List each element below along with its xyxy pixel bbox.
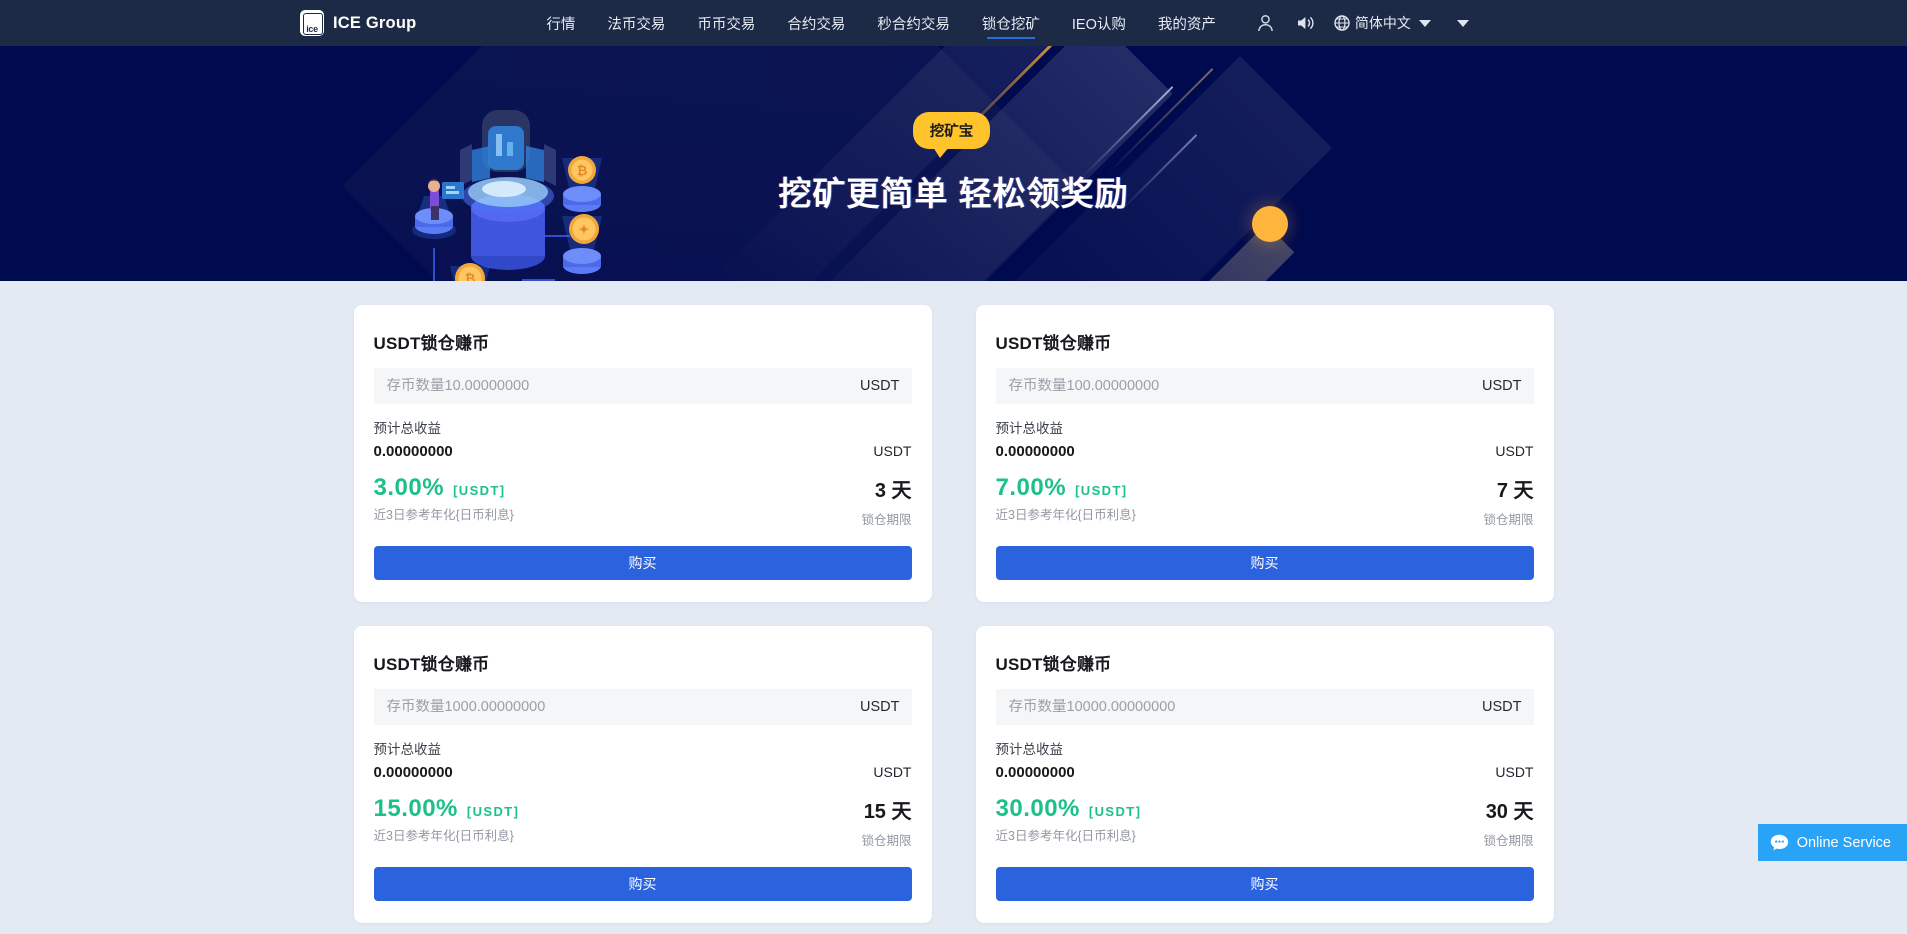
profit-unit: USDT [1495,764,1534,780]
rate-coin-label: [USDT] [1088,804,1142,819]
rate-description: 近3日参考年化{日币利息} [995,508,1136,522]
profit-label: 预计总收益 [995,742,1064,757]
mining-illustration: ₿ ✦ ₿ [404,98,620,281]
chevron-down-icon-secondary[interactable] [1456,19,1469,27]
profit-value: 0.00000000 [373,764,453,781]
lock-days: 15 天 [863,801,912,823]
rate-description: 近3日参考年化{日币利息} [373,829,514,843]
nav-item-lock-mining[interactable]: 锁仓挖矿 [966,0,1056,46]
annual-rate: 30.00% [995,795,1080,822]
profit-value: 0.00000000 [995,443,1075,460]
nav-item-coin-trade[interactable]: 币币交易 [681,0,771,46]
svg-text:₿: ₿ [577,163,588,178]
rate-description: 近3日参考年化{日币利息} [995,829,1136,843]
online-service-label: Online Service [1796,834,1891,851]
chat-bubble-icon [1770,834,1789,851]
profit-row: 0.00000000 USDT [374,443,912,460]
rate-row: 7.00% [USDT] 近3日参考年化{日币利息} 7 天 锁仓期限 [996,474,1534,528]
lock-mining-card: USDT锁仓赚币 USDT 预计总收益 0.00000000 USDT 7.00… [975,305,1554,602]
card-title: USDT锁仓赚币 [995,655,1112,674]
lock-days: 7 天 [1496,480,1534,502]
profit-unit: USDT [873,764,912,780]
lock-days-label: 锁仓期限 [861,513,912,527]
hero-banner: ₿ ✦ ₿ 挖矿宝 挖矿更简单 轻松领奖励 [0,46,1907,281]
amount-field-row: USDT [373,368,912,404]
header-actions: 简体中文 [1246,0,1469,46]
main-content: USDT锁仓赚币 USDT 预计总收益 0.00000000 USDT 3.00… [0,281,1907,923]
profit-label: 预计总收益 [373,421,442,436]
language-selector[interactable]: 简体中文 [1334,13,1431,33]
amount-field-row: USDT [995,368,1534,404]
nav-item-ieo[interactable]: IEO认购 [1056,0,1142,46]
card-title: USDT锁仓赚币 [373,334,490,353]
sound-icon[interactable] [1291,0,1321,46]
nav-item-contract-trade[interactable]: 合约交易 [771,0,861,46]
buy-button[interactable]: 购买 [373,546,912,580]
nav-item-market[interactable]: 行情 [530,0,591,46]
lock-mining-card: USDT锁仓赚币 USDT 预计总收益 0.00000000 USDT 3.00… [353,305,932,602]
lock-days: 30 天 [1485,801,1534,823]
main-nav: 行情 法币交易 币币交易 合约交易 秒合约交易 锁仓挖矿 IEO认购 我的资产 [530,0,1231,46]
buy-button[interactable]: 购买 [995,546,1534,580]
chevron-down-icon [1418,19,1431,27]
comet-circle-decoration [1252,206,1288,242]
amount-input[interactable] [386,378,787,394]
nav-item-my-assets[interactable]: 我的资产 [1142,0,1232,46]
profit-row: 0.00000000 USDT [374,764,912,781]
svg-text:✦: ✦ [579,222,590,237]
rate-row: 15.00% [USDT] 近3日参考年化{日币利息} 15 天 锁仓期限 [374,795,912,849]
lock-mining-card: USDT锁仓赚币 USDT 预计总收益 0.00000000 USDT 15.0… [353,626,932,923]
lock-days: 3 天 [874,480,912,502]
rate-coin-label: [USDT] [453,483,506,498]
site-header: ice ICE Group 行情 法币交易 币币交易 合约交易 秒合约交易 锁仓… [0,0,1907,46]
online-service-button[interactable]: Online Service [1757,824,1907,861]
profit-value: 0.00000000 [995,764,1075,781]
amount-unit: USDT [1482,699,1522,715]
lock-days-label: 锁仓期限 [1483,834,1534,848]
language-label: 简体中文 [1354,15,1411,31]
profit-unit: USDT [1495,443,1534,459]
lock-days-label: 锁仓期限 [861,834,912,848]
amount-field-row: USDT [373,689,912,725]
profit-row: 0.00000000 USDT [996,764,1534,781]
amount-field-row: USDT [995,689,1534,725]
amount-input[interactable] [1008,378,1409,394]
amount-unit: USDT [1482,378,1522,394]
amount-unit: USDT [860,699,900,715]
rate-row: 30.00% [USDT] 近3日参考年化{日币利息} 30 天 锁仓期限 [996,795,1534,849]
nav-item-fiat-trade[interactable]: 法币交易 [591,0,681,46]
rate-description: 近3日参考年化{日币利息} [373,508,514,522]
amount-input[interactable] [386,699,787,715]
annual-rate: 15.00% [373,795,458,822]
svg-text:₿: ₿ [465,271,476,281]
user-account-icon[interactable] [1251,0,1281,46]
logo-text: ICE Group [333,13,417,32]
profit-label: 预计总收益 [995,421,1064,436]
profit-unit: USDT [873,443,912,459]
lock-mining-card: USDT锁仓赚币 USDT 预计总收益 0.00000000 USDT 30.0… [975,626,1554,923]
buy-button[interactable]: 购买 [373,867,912,901]
rate-coin-label: [USDT] [1075,483,1128,498]
card-title: USDT锁仓赚币 [995,334,1112,353]
product-card-grid: USDT锁仓赚币 USDT 预计总收益 0.00000000 USDT 3.00… [353,305,1554,923]
rate-coin-label: [USDT] [466,804,520,819]
ice-logo-icon: ice [300,10,324,36]
amount-input[interactable] [1008,699,1409,715]
globe-icon [1334,15,1350,31]
profit-value: 0.00000000 [373,443,453,460]
logo[interactable]: ice ICE Group [300,10,416,36]
logo-mark-text: ice [306,24,318,34]
lock-days-label: 锁仓期限 [1483,513,1534,527]
profit-label: 预计总收益 [373,742,442,757]
nav-item-second-contract-trade[interactable]: 秒合约交易 [861,0,966,46]
rate-row: 3.00% [USDT] 近3日参考年化{日币利息} 3 天 锁仓期限 [374,474,912,528]
profit-row: 0.00000000 USDT [996,443,1534,460]
card-title: USDT锁仓赚币 [373,655,490,674]
annual-rate: 7.00% [995,474,1067,501]
buy-button[interactable]: 购买 [995,867,1534,901]
amount-unit: USDT [860,378,900,394]
annual-rate: 3.00% [373,474,445,501]
